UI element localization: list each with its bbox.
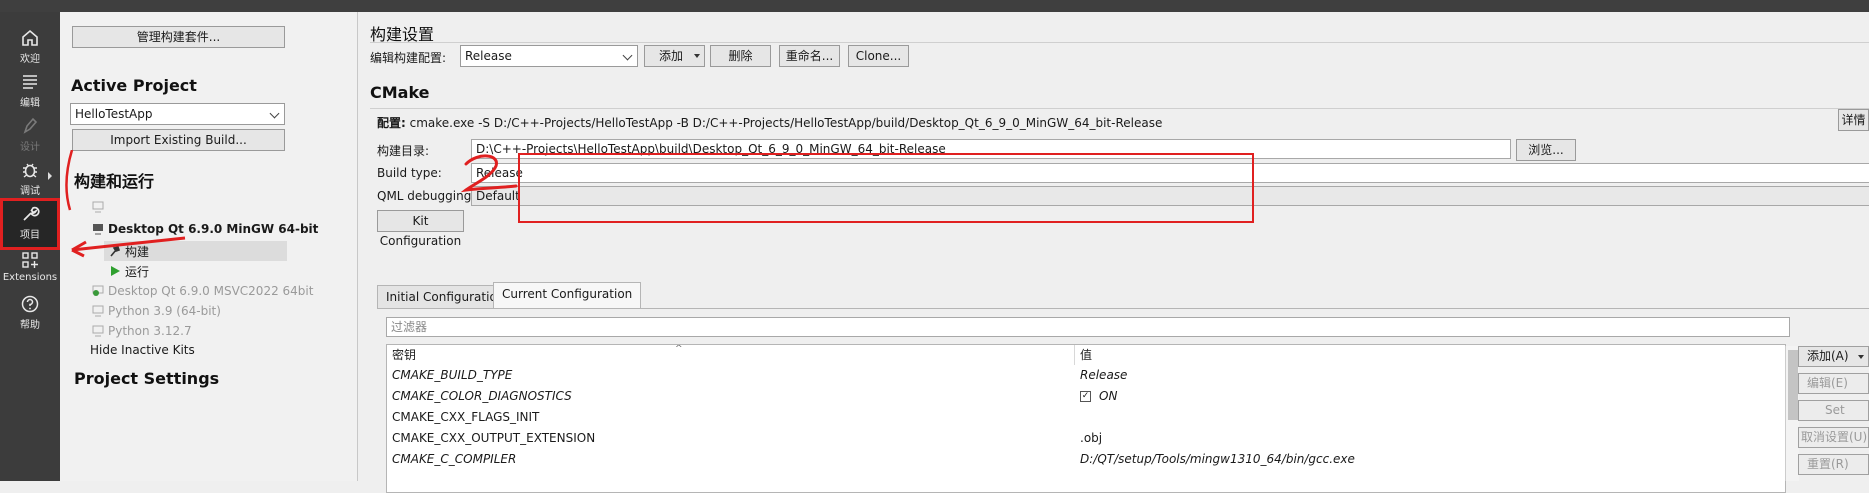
kit-child-run[interactable]: 运行 — [104, 261, 287, 281]
checkbox-checked-icon[interactable]: ✓ — [1080, 391, 1091, 402]
reset-variable-button[interactable]: 重置(R) — [1798, 454, 1869, 475]
mode-bar: 欢迎 编辑 设计 调试 项目 Extensions 帮助 — [0, 12, 60, 481]
row-key: CMAKE_CXX_OUTPUT_EXTENSION — [392, 431, 596, 445]
row-value: .obj — [1080, 431, 1103, 445]
table-row[interactable]: CMAKE_C_COMPILER D:/QT/setup/Tools/mingw1… — [387, 449, 1785, 470]
table-row[interactable]: CMAKE_COLOR_DIAGNOSTICS ✓ ON — [387, 386, 1785, 407]
add-config-button[interactable]: 添加 — [644, 45, 705, 67]
annotation-highlight-box — [518, 153, 1254, 223]
kit-configuration-button[interactable]: Kit Configuration — [377, 210, 464, 248]
active-project-combo[interactable]: HelloTestApp — [70, 103, 285, 125]
mode-label: 项目 — [20, 230, 40, 241]
cmake-heading: CMake — [370, 83, 430, 102]
chevron-down-icon — [622, 50, 633, 61]
row-key: CMAKE_CXX_FLAGS_INIT — [392, 410, 540, 424]
config-label: 配置: — [377, 116, 406, 130]
tab-current-configuration[interactable]: Current Configuration — [493, 282, 642, 308]
config-command: cmake.exe -S D:/C++-Projects/HelloTestAp… — [409, 116, 1163, 130]
kit-label: Desktop Qt 6.9.0 MSVC2022 64bit — [108, 284, 314, 298]
details-button[interactable]: 详情 — [1838, 109, 1869, 131]
combo-value: Release — [465, 49, 512, 63]
scrollbar-thumb[interactable] — [1788, 350, 1798, 420]
play-icon — [111, 266, 120, 276]
build-dir-label: 构建目录: — [377, 144, 430, 158]
wrench-icon — [23, 206, 40, 221]
column-header-value[interactable]: 值 — [1075, 345, 1785, 365]
pen-icon — [23, 117, 38, 134]
add-variable-button[interactable]: 添加(A) — [1798, 346, 1869, 367]
chevron-down-icon — [269, 108, 280, 119]
active-project-heading: Active Project — [71, 76, 197, 95]
kit-item-msvc[interactable]: Desktop Qt 6.9.0 MSVC2022 64bit — [92, 284, 313, 298]
mode-label: 调试 — [20, 186, 40, 197]
kit-item-python39[interactable]: Python 3.9 (64-bit) — [92, 304, 221, 318]
button-label: 添加 — [659, 49, 684, 63]
annotation-arrow — [60, 149, 190, 260]
hide-inactive-kits-link[interactable]: Hide Inactive Kits — [90, 343, 195, 357]
divider — [370, 42, 1869, 43]
bug-icon — [23, 163, 37, 178]
row-key: CMAKE_BUILD_TYPE — [392, 368, 513, 382]
table-scrollbar[interactable] — [1785, 346, 1799, 481]
divider — [370, 108, 1869, 109]
dropdown-arrow-icon — [1858, 355, 1864, 359]
title-bar — [0, 0, 1869, 12]
annotation-handwritten-two — [460, 150, 520, 194]
extensions-icon — [22, 252, 38, 268]
mode-label: 编辑 — [20, 98, 40, 109]
computer-plus-icon — [92, 285, 104, 296]
mode-label: Extensions — [2, 272, 58, 283]
build-config-combo[interactable]: Release — [460, 45, 638, 67]
unset-variable-button[interactable]: 取消设置(U) — [1798, 427, 1869, 448]
column-header-key[interactable]: 密钥 ^ — [387, 345, 1075, 365]
row-key: CMAKE_C_COMPILER — [392, 452, 517, 466]
table-row[interactable]: CMAKE_CXX_FLAGS_INIT — [387, 407, 1785, 428]
table-row[interactable]: CMAKE_CXX_OUTPUT_EXTENSION .obj — [387, 428, 1785, 449]
row-value: Release — [1080, 368, 1128, 382]
import-build-button[interactable]: Import Existing Build... — [72, 129, 285, 151]
filter-input[interactable]: 过滤器 — [386, 317, 1790, 337]
help-icon — [21, 295, 39, 313]
mode-help[interactable]: 帮助 — [0, 288, 60, 340]
edit-config-label: 编辑构建配置: — [370, 51, 447, 65]
build-type-label: Build type: — [377, 166, 442, 180]
column-label: 密钥 — [392, 348, 417, 362]
cmake-variables-table: 密钥 ^ 值 CMAKE_BUILD_TYPE Release CMAKE_COL… — [386, 344, 1786, 493]
clone-config-button[interactable]: Clone... — [848, 45, 909, 67]
combo-value: HelloTestApp — [75, 107, 153, 121]
mode-projects[interactable]: 项目 — [0, 198, 60, 250]
browse-button[interactable]: 浏览... — [1516, 139, 1576, 161]
table-row[interactable]: CMAKE_BUILD_TYPE Release — [387, 365, 1785, 386]
sort-arrow-icon: ^ — [675, 344, 683, 354]
row-value: ON — [1099, 389, 1118, 403]
mode-label: 设计 — [20, 142, 40, 153]
home-icon — [22, 29, 38, 46]
rename-config-button[interactable]: 重命名... — [779, 45, 840, 67]
computer-icon — [92, 305, 104, 317]
row-key: CMAKE_COLOR_DIAGNOSTICS — [392, 389, 572, 403]
kit-label: Python 3.12.7 — [108, 324, 192, 338]
cmake-config-line: 配置: cmake.exe -S D:/C++-Projects/HelloTe… — [377, 114, 1162, 131]
kit-label: Python 3.9 (64-bit) — [108, 304, 221, 318]
dropdown-arrow-icon — [694, 54, 700, 58]
computer-icon — [92, 325, 104, 337]
edit-variable-button[interactable]: 编辑(E) — [1798, 373, 1869, 394]
kit-child-label: 运行 — [125, 265, 150, 279]
edit-lines-icon — [23, 75, 37, 89]
kit-item-python312[interactable]: Python 3.12.7 — [92, 324, 192, 338]
expand-arrow-icon — [48, 172, 52, 180]
build-settings-pane: 构建设置 编辑构建配置: Release 添加 删除 重命名... Clone.… — [358, 12, 1869, 493]
tab-divider — [377, 308, 1869, 309]
button-label: 添加(A) — [1807, 349, 1849, 363]
delete-config-button[interactable]: 删除 — [710, 45, 771, 67]
mode-label: 帮助 — [20, 320, 40, 331]
manage-kits-button[interactable]: 管理构建套件... — [72, 26, 285, 48]
row-value: D:/QT/setup/Tools/mingw1310_64/bin/gcc.e… — [1080, 452, 1355, 466]
project-settings-heading: Project Settings — [74, 369, 220, 388]
mode-label: 欢迎 — [20, 54, 40, 65]
set-variable-button[interactable]: Set — [1798, 400, 1869, 421]
